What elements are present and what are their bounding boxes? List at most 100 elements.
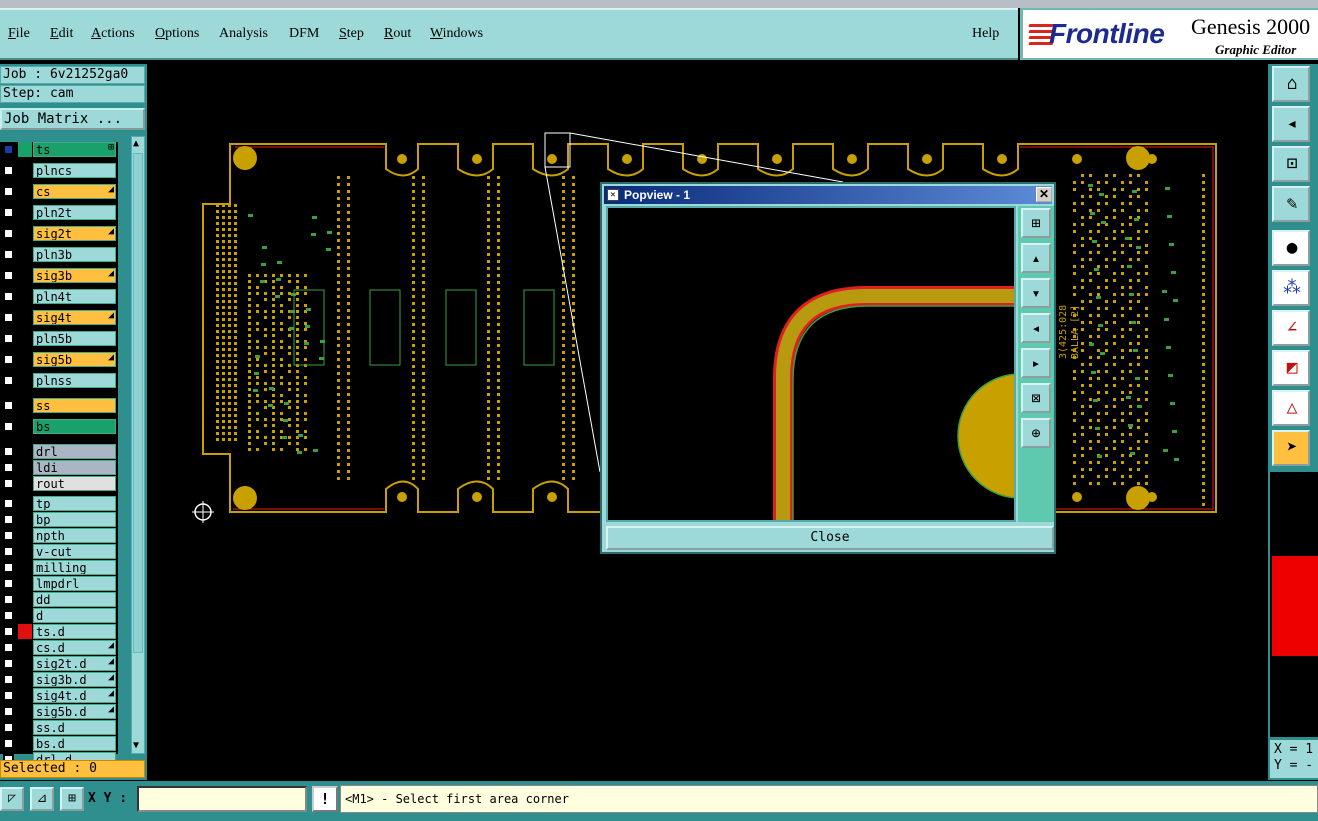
layer-row[interactable]: sig5b.d ◢ (0, 704, 118, 719)
layer-row[interactable]: pln2t (0, 205, 118, 220)
layer-checkbox[interactable] (3, 446, 14, 457)
layer-name[interactable]: ldi (33, 460, 116, 475)
popview-zoom-in-button[interactable]: ⊕ (1021, 418, 1051, 448)
view-options-button[interactable]: ✎ (1272, 186, 1310, 222)
layer-name[interactable]: cs.d (33, 640, 116, 655)
layer-name[interactable]: bs (33, 419, 116, 434)
menu-windows[interactable]: Windows (430, 26, 483, 42)
pan-left-button[interactable]: ◂ (1272, 106, 1310, 142)
zoom-home-button[interactable]: ⌂ (1272, 66, 1310, 102)
layer-name[interactable]: pln4t (33, 289, 116, 304)
net-tool-button[interactable]: ⁂ (1272, 270, 1310, 306)
layer-row[interactable]: plnss (0, 373, 118, 388)
popview-pan-left-button[interactable]: ◂ (1021, 313, 1051, 343)
zoom-fit-button[interactable]: ⊡ (1272, 146, 1310, 182)
menu-file[interactable]: File (8, 26, 30, 42)
layer-row[interactable]: sig4t.d ◢ (0, 688, 118, 703)
layer-checkbox[interactable] (3, 642, 14, 653)
alert-button[interactable]: ! (312, 786, 338, 812)
layer-checkbox[interactable] (3, 514, 14, 525)
layer-name[interactable]: ts (33, 142, 116, 157)
snap-button[interactable]: ◸ (0, 787, 24, 811)
layer-row[interactable]: ss.d (0, 720, 118, 735)
layer-color-swatch[interactable] (18, 142, 32, 157)
layer-name[interactable]: cs (33, 184, 116, 199)
layer-checkbox[interactable] (3, 186, 14, 197)
layer-checkbox[interactable] (3, 421, 14, 432)
layer-row[interactable]: npth (0, 528, 118, 543)
popview-zoom-button[interactable]: ⊞ (1021, 208, 1051, 238)
layer-row[interactable]: sig3b.d ◢ (0, 672, 118, 687)
layer-name[interactable]: lmpdrl (33, 576, 116, 591)
job-matrix-button[interactable]: Job Matrix ... (0, 108, 145, 130)
layer-name[interactable]: sig3b (33, 268, 116, 283)
layer-checkbox[interactable] (3, 626, 14, 637)
layer-checkbox[interactable] (3, 375, 14, 386)
layer-checkbox[interactable] (3, 738, 14, 749)
popview-zoom-out-button[interactable]: ⊠ (1021, 383, 1051, 413)
menu-dfm[interactable]: DFM (289, 26, 319, 42)
menu-edit[interactable]: Edit (50, 26, 73, 42)
layer-checkbox[interactable] (3, 498, 14, 509)
layer-checkbox[interactable] (3, 312, 14, 323)
layer-row[interactable]: lmpdrl (0, 576, 118, 591)
layer-color-swatch[interactable] (18, 624, 32, 639)
layer-row[interactable]: bs.d (0, 736, 118, 751)
layer-checkbox[interactable] (3, 478, 14, 489)
window-menu-icon[interactable]: ✕ (607, 189, 619, 201)
layer-checkbox[interactable] (3, 462, 14, 473)
layer-checkbox[interactable] (3, 594, 14, 605)
layer-name[interactable]: npth (33, 528, 116, 543)
layer-name[interactable]: v-cut (33, 544, 116, 559)
layer-name[interactable]: pln3b (33, 247, 116, 262)
layer-name[interactable]: d (33, 608, 116, 623)
layer-checkbox[interactable] (3, 690, 14, 701)
layer-checkbox[interactable] (3, 165, 14, 176)
menu-options[interactable]: Options (155, 26, 199, 42)
layer-list-scrollbar[interactable]: ▲ ▼ (131, 136, 145, 754)
layer-row[interactable]: sig3b ◢ (0, 268, 118, 283)
layer-row[interactable]: dd (0, 592, 118, 607)
layer-name[interactable]: sig5b.d (33, 704, 116, 719)
layer-checkbox[interactable] (3, 578, 14, 589)
layer-checkbox[interactable] (3, 530, 14, 541)
popview-pan-up-button[interactable]: ▴ (1021, 243, 1051, 273)
layer-checkbox[interactable] (3, 249, 14, 260)
layer-checkbox[interactable] (3, 270, 14, 281)
layer-name[interactable]: tp (33, 496, 116, 511)
layer-row[interactable]: bs (0, 419, 118, 434)
layer-name[interactable]: ss (33, 398, 116, 413)
layer-name[interactable]: sig4t (33, 310, 116, 325)
layer-name[interactable]: bp (33, 512, 116, 527)
menu-help[interactable]: Help (972, 26, 999, 42)
layer-row[interactable]: v-cut (0, 544, 118, 559)
layer-checkbox[interactable] (3, 562, 14, 573)
layer-row[interactable]: sig5b ◢ (0, 352, 118, 367)
layer-row[interactable]: tp (0, 496, 118, 511)
xy-coordinate-input[interactable] (137, 786, 307, 812)
layer-row[interactable]: cs ◢ (0, 184, 118, 199)
popview-viewport[interactable] (606, 206, 1016, 522)
layer-name[interactable]: sig2t (33, 226, 116, 241)
select-tool-button[interactable]: ➤ (1272, 430, 1310, 466)
layer-name[interactable]: plncs (33, 163, 116, 178)
layer-name[interactable]: sig4t.d (33, 688, 116, 703)
layer-row[interactable]: pln4t (0, 289, 118, 304)
angle-tool-button[interactable]: ∠ (1272, 310, 1310, 346)
layer-name[interactable]: pln2t (33, 205, 116, 220)
layer-name[interactable]: pln5b (33, 331, 116, 346)
layer-row[interactable]: sig2t ◢ (0, 226, 118, 241)
menu-analysis[interactable]: Analysis (219, 26, 268, 42)
layer-checkbox[interactable] (3, 228, 14, 239)
layer-name[interactable]: rout (33, 476, 116, 491)
popview-pan-down-button[interactable]: ▾ (1021, 278, 1051, 308)
layer-name[interactable]: sig5b (33, 352, 116, 367)
layer-name[interactable]: ss.d (33, 720, 116, 735)
layer-name[interactable]: ts.d (33, 624, 116, 639)
layer-checkbox[interactable] (3, 333, 14, 344)
grid-button[interactable]: ⊞ (60, 787, 84, 811)
measure-tool-button[interactable]: ◩ (1272, 350, 1310, 386)
layer-checkbox[interactable] (3, 291, 14, 302)
layer-row[interactable]: sig4t ◢ (0, 310, 118, 325)
layer-row[interactable]: cs.d ◢ (0, 640, 118, 655)
